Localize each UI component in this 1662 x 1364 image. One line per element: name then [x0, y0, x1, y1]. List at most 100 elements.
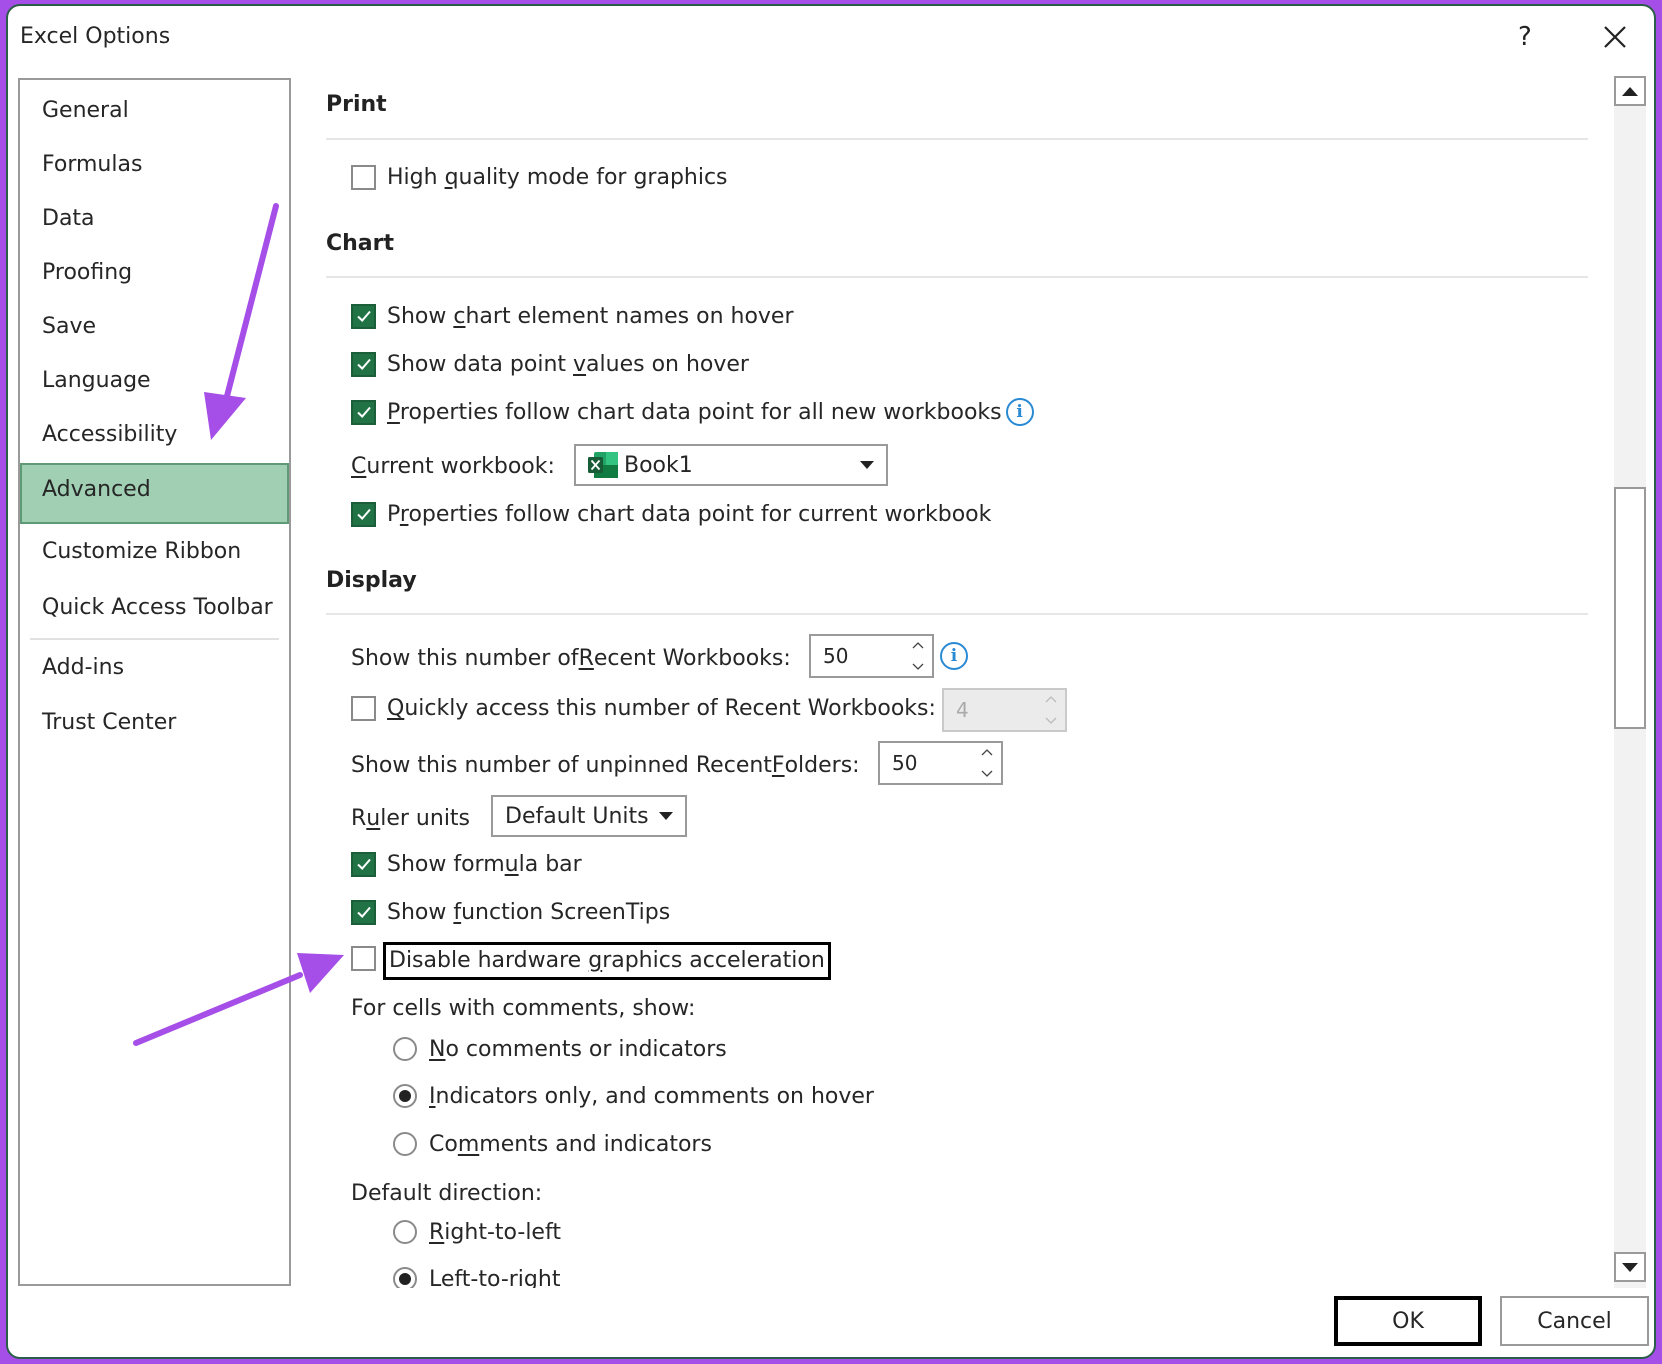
checkmark-icon: [356, 358, 371, 370]
show-data-point-values-option[interactable]: Show data point values on hover: [351, 349, 749, 379]
section-heading-display: Display: [326, 568, 417, 593]
direction-ltr-radio[interactable]: [393, 1267, 417, 1288]
ruler-units-value: Default Units: [505, 803, 649, 829]
chevron-down-icon[interactable]: [911, 662, 925, 672]
option-label: Show chart element names on hover: [387, 303, 794, 329]
option-label: Left-to-right: [429, 1266, 561, 1289]
chevron-up-icon[interactable]: [980, 747, 994, 757]
vertical-scrollbar[interactable]: [1614, 76, 1646, 1288]
scrollbar-thumb[interactable]: [1614, 487, 1646, 729]
show-formula-bar-checkbox[interactable]: [351, 851, 376, 877]
chevron-down-icon: [860, 461, 874, 469]
sidebar-item-accessibility[interactable]: Accessibility: [20, 408, 289, 462]
properties-follow-all-new-option[interactable]: Properties follow chart data point for a…: [351, 397, 1034, 427]
show-data-point-values-checkbox[interactable]: [351, 351, 376, 377]
recent-folders-label: Show this number of unpinned Recent Fold…: [351, 752, 860, 778]
section-divider: [326, 613, 1588, 615]
close-icon: [1604, 26, 1626, 48]
comments-option-comments-and-indicators[interactable]: Comments and indicators: [393, 1129, 712, 1159]
comments-indicators-only-radio[interactable]: [393, 1084, 417, 1108]
ruler-units-dropdown[interactable]: Default Units: [491, 795, 687, 837]
show-function-screentips-checkbox[interactable]: [351, 899, 376, 925]
close-button[interactable]: [1598, 20, 1632, 54]
show-formula-bar-option[interactable]: Show formula bar: [351, 849, 582, 879]
recent-workbooks-label: Show this number of Recent Workbooks:: [351, 645, 791, 671]
option-label: Indicators only, and comments on hover: [429, 1083, 874, 1109]
option-label: Show function ScreenTips: [387, 899, 671, 925]
option-label: Disable hardware graphics acceleration: [383, 942, 831, 980]
quick-access-recent-checkbox[interactable]: [351, 695, 376, 721]
direction-option-rtl[interactable]: Right-to-left: [393, 1217, 561, 1247]
recent-workbooks-value: 50: [823, 644, 849, 668]
sidebar-item-language[interactable]: Language: [20, 354, 289, 408]
option-label: High quality mode for graphics: [387, 164, 728, 190]
current-workbook-dropdown[interactable]: Book1: [574, 444, 888, 486]
properties-follow-current-checkbox[interactable]: [351, 501, 376, 527]
show-function-screentips-option[interactable]: Show function ScreenTips: [351, 897, 670, 927]
quick-access-recent-option[interactable]: Quickly access this number of Recent Wor…: [351, 693, 936, 723]
checkmark-icon: [356, 858, 371, 870]
section-divider: [326, 276, 1588, 278]
show-chart-element-names-option[interactable]: Show chart element names on hover: [351, 301, 794, 331]
recent-workbooks-spinner[interactable]: 50: [809, 634, 934, 678]
high-quality-graphics-option[interactable]: High quality mode for graphics: [351, 162, 728, 192]
ruler-units-label: Ru ler units: [351, 805, 471, 831]
sidebar-item-trust-center[interactable]: Trust Center: [20, 696, 289, 750]
option-label: Show formula bar: [387, 851, 582, 877]
option-label: No comments or indicators: [429, 1036, 727, 1062]
sidebar-item-formulas[interactable]: Formulas: [20, 138, 289, 192]
properties-follow-all-new-checkbox[interactable]: [351, 399, 376, 425]
section-heading-chart: Chart: [326, 231, 395, 256]
current-workbook-value: Book1: [624, 452, 693, 478]
option-label: Right-to-left: [429, 1219, 561, 1245]
sidebar-item-data[interactable]: Data: [20, 192, 289, 246]
sidebar-item-add-ins[interactable]: Add-ins: [20, 641, 289, 695]
disable-hardware-acceleration-checkbox[interactable]: [351, 945, 376, 971]
scroll-up-button[interactable]: [1614, 76, 1646, 106]
arrow-down-icon: [1622, 1262, 1638, 1272]
direction-group-label: Default direction:: [351, 1180, 543, 1206]
checkmark-icon: [356, 508, 371, 520]
sidebar-item-proofing[interactable]: Proofing: [20, 246, 289, 300]
option-label: Comments and indicators: [429, 1131, 712, 1157]
chevron-down-icon[interactable]: [980, 769, 994, 779]
chevron-up-icon[interactable]: [911, 640, 925, 650]
sidebar-item-customize-ribbon[interactable]: Customize Ribbon: [20, 525, 289, 579]
section-divider: [326, 138, 1588, 140]
quick-access-recent-spinner: 4: [942, 688, 1067, 732]
sidebar-item-quick-access-toolbar[interactable]: Quick Access Toolbar: [20, 581, 289, 635]
comments-none-radio[interactable]: [393, 1037, 417, 1061]
checkmark-icon: [356, 906, 371, 918]
arrow-up-icon: [1622, 86, 1638, 96]
scroll-down-button[interactable]: [1614, 1252, 1646, 1282]
comments-and-indicators-radio[interactable]: [393, 1132, 417, 1156]
properties-follow-current-option[interactable]: Properties follow chart data point for c…: [351, 499, 991, 529]
sidebar-divider: [30, 638, 279, 640]
help-button[interactable]: ?: [1518, 22, 1532, 52]
options-sidebar: General Formulas Data Proofing Save Lang…: [18, 78, 291, 1286]
ok-button[interactable]: OK: [1334, 1296, 1482, 1346]
recent-workbooks-info[interactable]: i: [936, 642, 968, 670]
chevron-down-icon: [1045, 717, 1057, 724]
sidebar-item-advanced[interactable]: Advanced: [20, 463, 289, 524]
show-chart-element-names-checkbox[interactable]: [351, 303, 376, 329]
direction-option-ltr[interactable]: Left-to-right: [393, 1264, 560, 1288]
high-quality-graphics-checkbox[interactable]: [351, 164, 376, 190]
recent-folders-spinner[interactable]: 50: [878, 741, 1003, 785]
option-label: Properties follow chart data point for c…: [387, 501, 992, 527]
info-icon[interactable]: i: [1005, 398, 1034, 426]
info-icon[interactable]: i: [940, 642, 968, 670]
disable-hardware-acceleration-option[interactable]: Disable hardware graphics acceleration: [351, 942, 831, 980]
option-label: Quickly access this number of Recent Wor…: [387, 695, 936, 721]
chevron-down-icon: [659, 812, 673, 820]
sidebar-item-general[interactable]: General: [20, 84, 289, 138]
comments-option-indicators-only[interactable]: Indicators only, and comments on hover: [393, 1081, 874, 1111]
comments-option-none[interactable]: No comments or indicators: [393, 1034, 727, 1064]
excel-icon: [588, 452, 618, 478]
cancel-button[interactable]: Cancel: [1500, 1296, 1649, 1346]
direction-rtl-radio[interactable]: [393, 1220, 417, 1244]
advanced-options-pane: Print High quality mode for graphics Cha…: [308, 76, 1608, 1288]
checkmark-icon: [356, 310, 371, 322]
sidebar-item-save[interactable]: Save: [20, 300, 289, 354]
option-label: Show data point values on hover: [387, 351, 749, 377]
